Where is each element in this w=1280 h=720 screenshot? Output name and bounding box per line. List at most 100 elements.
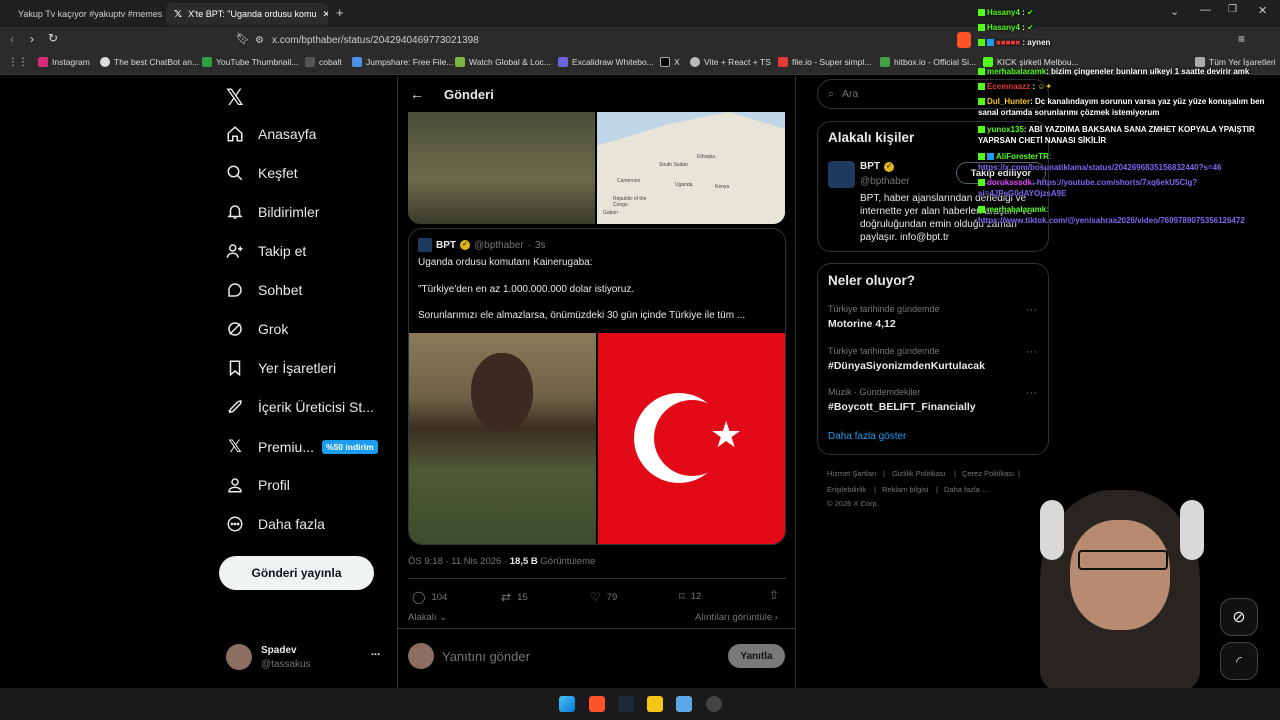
bookmark-item[interactable]: file.io - Super simpl... bbox=[778, 57, 871, 67]
follow-icon bbox=[226, 244, 243, 258]
person-avatar[interactable] bbox=[828, 161, 855, 188]
minimize-icon[interactable]: — bbox=[1200, 4, 1211, 16]
view-count[interactable]: 18,5 B bbox=[510, 556, 538, 567]
start-icon[interactable] bbox=[559, 696, 575, 712]
bookmark-item[interactable]: X bbox=[660, 57, 680, 67]
related-dropdown[interactable]: Alakalı ⌄ bbox=[408, 612, 447, 623]
like-action[interactable]: ♡ 79 bbox=[590, 590, 617, 604]
footer-link[interactable]: Reklam bilgisi bbox=[882, 485, 928, 494]
quoted-author-handle: @bpthaber bbox=[474, 239, 524, 251]
bookmark-count: 12 bbox=[690, 591, 702, 602]
chevron-down-icon[interactable]: ⌄ bbox=[1170, 5, 1179, 18]
trend-item[interactable]: Müzik · Gündemdekiler #Boycott_BELIFT_Fi… bbox=[828, 387, 1037, 413]
sidebar-item-notifications[interactable]: Bildirimler bbox=[226, 203, 319, 221]
brave-icon[interactable] bbox=[589, 696, 605, 712]
sidebar-item-explore[interactable]: Keşfet bbox=[226, 164, 298, 182]
search-icon: ⌕ bbox=[828, 87, 834, 100]
back-icon[interactable]: ‹ bbox=[10, 32, 14, 46]
post-image-soldier[interactable] bbox=[408, 112, 595, 224]
reply-button[interactable]: Yanıtla bbox=[728, 644, 785, 668]
trend-category: Türkiye tarihinde gündemde bbox=[828, 346, 940, 356]
sidebar-item-profile[interactable]: Profil bbox=[226, 476, 290, 494]
quoted-text-line: Sorunlarımızı ele almazlarsa, önümüzdeki… bbox=[418, 310, 746, 321]
footer-link[interactable]: Gizlilik Politikası bbox=[892, 469, 946, 478]
menu-icon[interactable]: ≡ bbox=[1238, 32, 1245, 46]
bookmark-action[interactable]: ⌑ 12 bbox=[679, 590, 701, 603]
folder-icon[interactable] bbox=[647, 696, 663, 712]
copyright: © 2026 X Corp. bbox=[827, 499, 879, 508]
quoted-image-commander[interactable] bbox=[409, 333, 596, 544]
avatar bbox=[226, 644, 252, 670]
reply-input[interactable]: Yanıtını gönder bbox=[442, 649, 530, 664]
footer-link[interactable]: Erişilebilirlik bbox=[827, 485, 866, 494]
sidebar-item-home[interactable]: Anasayfa bbox=[226, 125, 316, 143]
bookmark-item[interactable]: hitbox.io - Official Si... bbox=[880, 57, 976, 67]
quoted-image-turkish-flag[interactable]: ★ bbox=[598, 333, 785, 544]
new-tab-icon[interactable]: + bbox=[336, 5, 344, 20]
show-more-link[interactable]: Daha fazla göster bbox=[828, 431, 906, 442]
bookmark-item[interactable]: cobalt bbox=[305, 57, 342, 67]
trend-category: Türkiye tarihinde gündemde bbox=[828, 304, 940, 314]
x-logo-icon[interactable]: 𝕏 bbox=[226, 85, 244, 111]
trend-more-icon[interactable]: ··· bbox=[1026, 304, 1037, 316]
maximize-icon[interactable]: ❐ bbox=[1228, 4, 1237, 15]
trend-item[interactable]: Türkiye tarihinde gündemde Motorine 4,12… bbox=[828, 304, 1037, 330]
tab-bpt[interactable]: 𝕏 X'te BPT: "Uganda ordusu komu ✕ bbox=[166, 3, 328, 25]
close-window-icon[interactable]: ✕ bbox=[1258, 4, 1267, 17]
trend-more-icon[interactable]: ··· bbox=[1026, 346, 1037, 358]
premium-discount-badge: %50 indirim bbox=[322, 440, 378, 454]
sidebar-item-label: Yer İşaretleri bbox=[258, 360, 337, 376]
sidebar-item-bookmarks[interactable]: Yer İşaretleri bbox=[226, 359, 336, 377]
quoted-post[interactable]: BPT ✓ @bpthaber · 3s Uganda ordusu komut… bbox=[408, 228, 786, 545]
brave-shield-icon[interactable] bbox=[957, 32, 971, 48]
view-quotes-link[interactable]: Alıntıları görüntüle › bbox=[695, 612, 778, 623]
sidebar-item-more[interactable]: Daha fazla bbox=[226, 515, 325, 533]
chat-message: merhabalaramk: bizim çingeneler bunların… bbox=[978, 66, 1274, 77]
sidebar-item-label: Sohbet bbox=[258, 282, 303, 298]
sidebar-item-label: Takip et bbox=[258, 243, 307, 259]
map-label: Cameroon bbox=[617, 178, 641, 184]
account-handle: @tassakus bbox=[261, 659, 311, 670]
bookmark-item[interactable]: Excalidraw Whitebo... bbox=[558, 57, 654, 67]
bookmark-item[interactable]: Watch Global & Loc... bbox=[455, 57, 551, 67]
tab-yakup[interactable]: Yakup Tv kaçıyor #yakuptv #memes bbox=[4, 3, 162, 25]
repost-action[interactable]: ⇄ 15 bbox=[501, 590, 528, 604]
sidebar-item-grok[interactable]: Grok bbox=[226, 320, 288, 338]
share-icon[interactable]: ⇧ bbox=[769, 588, 779, 602]
post-button[interactable]: Gönderi yayınla bbox=[219, 556, 374, 590]
sidebar-item-creator-studio[interactable]: İçerik Üreticisi St... bbox=[226, 398, 374, 416]
quoted-time: 3s bbox=[534, 239, 546, 251]
forward-icon[interactable]: › bbox=[30, 32, 34, 46]
bookmark-item[interactable]: Vite + React + TS bbox=[690, 57, 771, 67]
account-switcher[interactable]: Spadev @tassakus ... bbox=[226, 642, 386, 672]
bookmark-page-icon[interactable]: 🔖︎ bbox=[236, 32, 250, 45]
reload-icon[interactable]: ↻ bbox=[48, 31, 58, 45]
trend-more-icon[interactable]: ··· bbox=[1026, 387, 1037, 399]
post-image-map[interactable]: Cameroon South Sudan Ethiopia Republic o… bbox=[597, 112, 785, 224]
footer-link[interactable]: Daha fazla ... bbox=[944, 485, 988, 494]
account-more-icon[interactable]: ... bbox=[371, 646, 380, 658]
reply-action[interactable]: ◯ 104 bbox=[412, 590, 447, 604]
chat-message: AliForesterTR: https://x.com/bosunatikla… bbox=[978, 151, 1274, 173]
bookmark-item[interactable]: YouTube Thumbnail... bbox=[202, 57, 298, 67]
url-field[interactable]: ⚙ x.com/bpthaber/status/2042940469773021… bbox=[255, 30, 975, 50]
trend-item[interactable]: Türkiye tarihinde gündemde #DünyaSiyoniz… bbox=[828, 346, 1037, 372]
sidebar-item-follow[interactable]: Takip et bbox=[226, 242, 306, 260]
sidebar-item-label: İçerik Üreticisi St... bbox=[258, 399, 374, 415]
apps-grid-icon[interactable]: ⋮⋮ bbox=[8, 57, 28, 68]
map-label: Kenya bbox=[715, 184, 730, 190]
back-arrow-icon[interactable]: ← bbox=[410, 86, 424, 102]
bookmark-item[interactable]: Jumpshare: Free File... bbox=[352, 57, 453, 67]
sidebar-item-premium[interactable]: 𝕏 Premiu... %50 indirim bbox=[226, 437, 378, 457]
close-tab-icon[interactable]: ✕ bbox=[323, 9, 328, 20]
steam-icon[interactable] bbox=[618, 696, 634, 712]
bookmark-item[interactable]: The best ChatBot an... bbox=[100, 57, 199, 67]
sidebar-item-chat[interactable]: Sohbet bbox=[226, 281, 302, 299]
obs-icon[interactable] bbox=[706, 696, 722, 712]
bookmark-item[interactable]: Instagram bbox=[38, 57, 90, 67]
footer-link[interactable]: Hizmet Şartları bbox=[827, 469, 877, 478]
media-icon[interactable] bbox=[676, 696, 692, 712]
site-info-icon[interactable]: ⚙ bbox=[255, 35, 264, 46]
quoted-author-name: BPT bbox=[436, 239, 456, 251]
person-name[interactable]: BPT bbox=[860, 161, 880, 172]
